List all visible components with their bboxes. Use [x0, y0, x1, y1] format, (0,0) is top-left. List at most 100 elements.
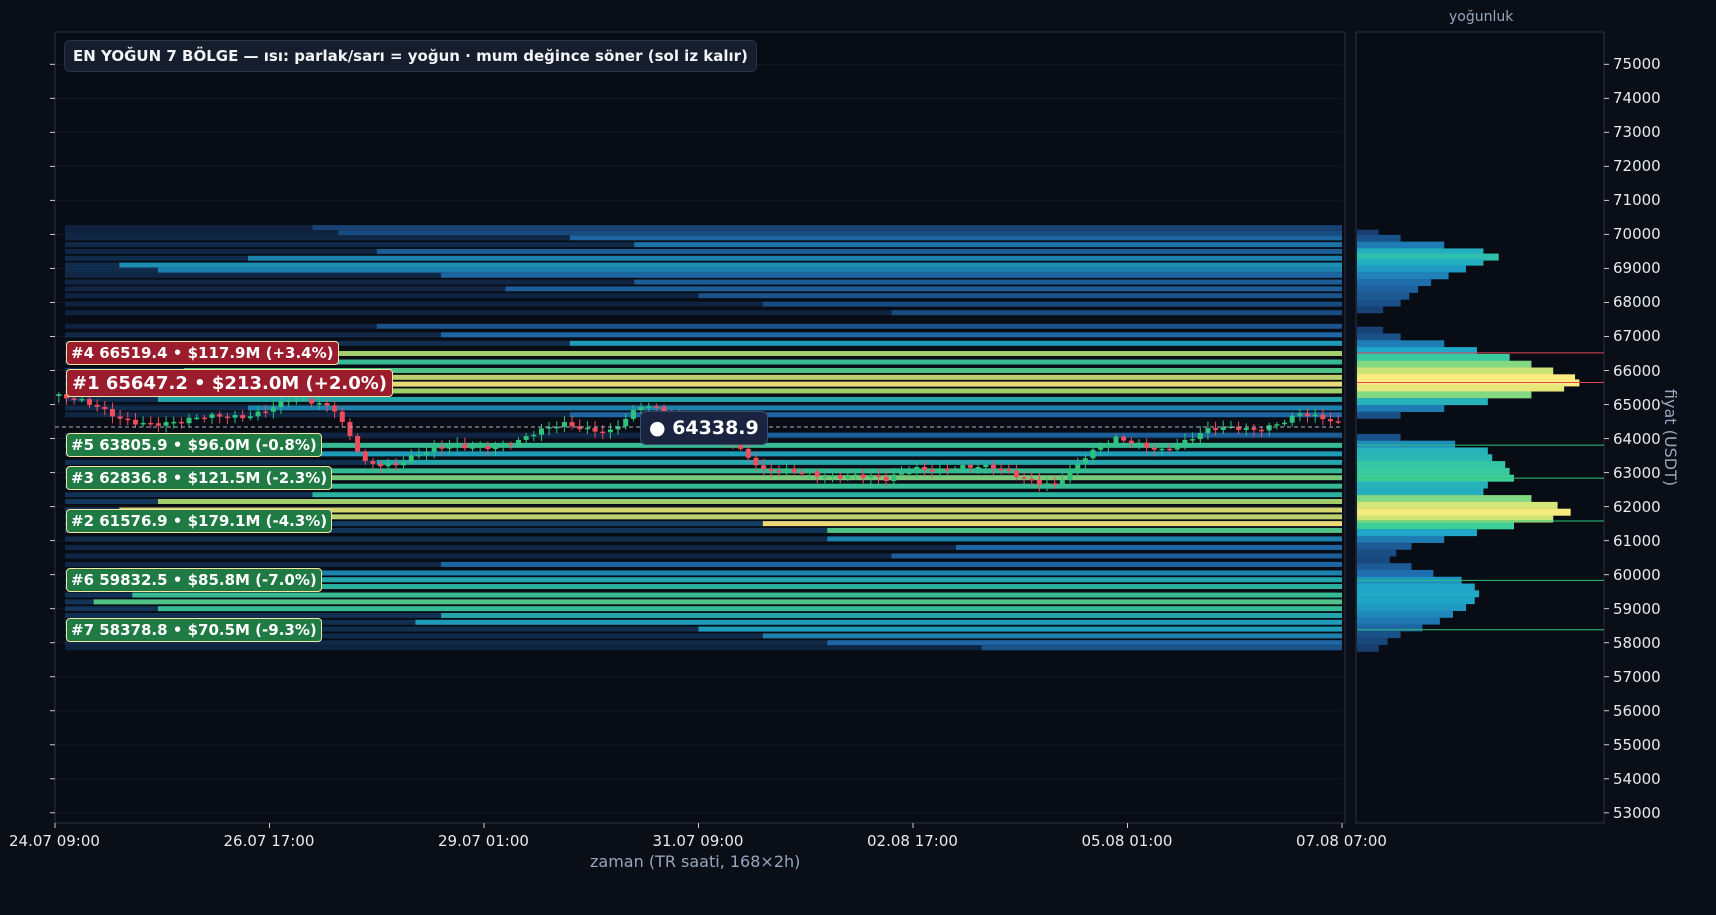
heat-band: [762, 301, 1342, 307]
heat-trail: [65, 536, 828, 542]
profile-bar: [1357, 411, 1401, 419]
zone-label-1: #1 65647.2 • $213.0M (+2.0%): [66, 368, 393, 397]
heat-band: [312, 492, 1342, 498]
candle-body: [1213, 428, 1219, 430]
candle-body: [186, 417, 192, 424]
chart-title: EN YOĞUN 7 BÖLGE — ısı: parlak/sarı = yo…: [64, 40, 757, 72]
candle-body: [1128, 440, 1134, 444]
candle-body: [339, 411, 345, 422]
profile-bar: [1357, 367, 1554, 375]
heat-band: [415, 619, 1342, 625]
candle-body: [983, 464, 989, 468]
profile-bar: [1357, 610, 1453, 618]
candle-body: [178, 421, 184, 424]
heat-band: [634, 242, 1342, 248]
heat-band: [569, 235, 1342, 241]
profile-bar: [1357, 234, 1401, 242]
heat-trail: [65, 262, 120, 268]
heat-trail: [65, 599, 94, 605]
candle-body: [278, 401, 284, 408]
candle-body: [1159, 448, 1165, 451]
heat-trail: [65, 267, 158, 273]
candle-body: [324, 403, 330, 406]
candle-body: [1036, 479, 1042, 485]
profile-bar: [1357, 333, 1401, 341]
candle-body: [1044, 483, 1050, 485]
x-tick-label: 02.08 17:00: [867, 832, 958, 850]
candle-body: [745, 448, 751, 458]
candle-body: [247, 416, 253, 419]
profile-bar: [1357, 353, 1510, 361]
candle-body: [492, 445, 498, 450]
x-tick-label: 07.08 07:00: [1296, 832, 1387, 850]
heat-band: [955, 544, 1342, 550]
y-tick-label: 60000: [1613, 565, 1661, 584]
profile-bar: [1357, 488, 1484, 496]
profile-bar: [1357, 535, 1445, 543]
profile-title: yoğunluk: [1449, 9, 1514, 25]
heat-band: [762, 521, 1342, 527]
candle-body: [1197, 433, 1203, 440]
heat-band: [183, 584, 1343, 590]
candle-body: [1297, 413, 1303, 416]
candle-body: [171, 421, 177, 424]
profile-bar: [1357, 501, 1558, 509]
profile-bar: [1357, 433, 1401, 441]
candle-body: [385, 463, 391, 467]
heat-trail: [65, 553, 892, 559]
candle-body: [584, 427, 590, 430]
heat-trail: [65, 645, 982, 651]
candle-body: [1312, 414, 1318, 417]
candle-body: [1251, 427, 1257, 430]
candle-body: [868, 475, 874, 478]
heat-band: [827, 640, 1342, 646]
candle-body: [523, 436, 529, 440]
candle-body: [630, 410, 636, 419]
heat-trail: [65, 242, 635, 248]
profile-bar: [1357, 617, 1440, 625]
heat-band: [505, 286, 1342, 292]
candle-body: [224, 416, 230, 419]
heat-trail: [65, 272, 442, 278]
zone-label-2: #2 61576.9 • $179.1M (-4.3%): [66, 508, 333, 533]
heat-band: [891, 310, 1342, 316]
x-axis-title: zaman (TR saati, 168×2h): [590, 852, 801, 871]
heat-band: [441, 561, 1343, 567]
candle-body: [447, 446, 453, 449]
profile-bar: [1357, 285, 1419, 293]
candle-body: [515, 439, 521, 445]
candle-body: [362, 451, 368, 461]
y-axis-title: fiyat (USDT): [1661, 388, 1681, 487]
candle-body: [1320, 414, 1326, 420]
candle-body: [301, 398, 307, 401]
profile-bar: [1357, 340, 1445, 348]
profile-bar: [1357, 360, 1532, 368]
candle-body: [822, 476, 828, 478]
candle-body: [378, 463, 384, 467]
candle-body: [71, 398, 77, 400]
heat-band: [441, 332, 1343, 338]
y-tick-label: 62000: [1613, 497, 1661, 516]
candle-body: [607, 429, 613, 433]
candle-body: [132, 419, 138, 425]
x-tick-label: 31.07 09:00: [652, 832, 744, 850]
profile-bar: [1357, 258, 1484, 266]
candle-body: [1205, 428, 1211, 434]
candle-body: [768, 468, 774, 471]
heat-trail: [65, 293, 699, 299]
candle-body: [784, 468, 790, 471]
candle-body: [921, 466, 927, 470]
candle-body: [967, 465, 973, 468]
candle-body: [944, 468, 950, 471]
heat-band: [157, 396, 1343, 402]
y-tick-label: 68000: [1613, 293, 1661, 312]
y-tick-label: 63000: [1613, 463, 1661, 482]
profile-bar: [1357, 447, 1488, 455]
candle-body: [891, 474, 897, 481]
x-tick-label: 26.07 17:00: [223, 832, 315, 850]
candle-body: [899, 472, 905, 475]
candle-body: [500, 443, 506, 446]
candle-body: [1006, 469, 1012, 472]
heat-band: [119, 262, 1343, 268]
candle-body: [1282, 422, 1288, 425]
